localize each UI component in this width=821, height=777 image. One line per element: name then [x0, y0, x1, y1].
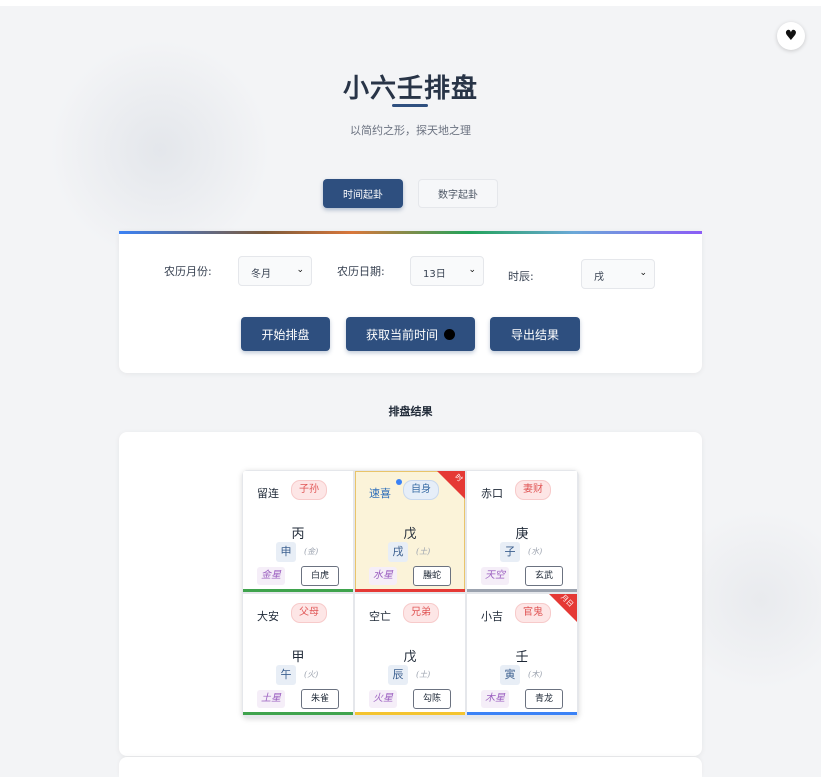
- hour-select-value: 戌: [594, 272, 604, 283]
- top-strip: [0, 0, 821, 6]
- palace-cell-suxi[interactable]: 速喜 自身 时 戊 戌 (土) 水星 螣蛇: [355, 471, 465, 592]
- month-select-value: 冬月: [251, 269, 271, 280]
- element: (土): [416, 547, 431, 556]
- spirit-label: 白虎: [301, 566, 339, 586]
- element: (木): [528, 670, 543, 679]
- palace-name: 留连: [257, 487, 279, 500]
- palace-cell-daan[interactable]: 大安 父母 甲 午 (火) 土星 朱雀: [243, 594, 353, 715]
- get-current-time-label: 获取当前时间: [365, 327, 438, 342]
- earthly-branch: 寅: [500, 665, 520, 685]
- current-dot-icon: [396, 479, 402, 485]
- star-label: 金星: [257, 567, 285, 585]
- heavenly-stem: 戊: [403, 650, 417, 665]
- rainbow-border: [119, 231, 702, 234]
- divination-grid: 留连 子孙 丙 申 (金) 金星 白虎 速喜 自身 时 戊 戌 (土) 水星 螣…: [242, 470, 579, 718]
- export-results-button[interactable]: 导出结果: [490, 317, 580, 351]
- palace-cell-kongwang[interactable]: 空亡 兄弟 戊 辰 (土) 火星 勾陈: [355, 594, 465, 715]
- palace-cell-liulian[interactable]: 留连 子孙 丙 申 (金) 金星 白虎: [243, 471, 353, 592]
- earthly-branch: 午: [276, 665, 296, 685]
- earthly-branch: 辰: [388, 665, 408, 685]
- palace-cell-chikou[interactable]: 赤口 妻财 庚 子 (水) 天空 玄武: [467, 471, 577, 592]
- month-select[interactable]: 冬月 ⌄: [238, 256, 312, 286]
- spirit-label: 螣蛇: [413, 566, 451, 586]
- palace-name: 速喜: [369, 487, 391, 500]
- cell-stripe: [243, 589, 353, 592]
- earthly-branch: 子: [500, 542, 520, 562]
- tab-time-divination[interactable]: 时间起卦: [323, 179, 403, 208]
- title-underline: [392, 104, 428, 107]
- element: (水): [528, 547, 543, 556]
- palace-name: 赤口: [481, 487, 503, 500]
- heavenly-stem: 丙: [291, 527, 305, 542]
- heart-icon[interactable]: ♥: [777, 22, 805, 50]
- results-section-title: 排盘结果: [388, 405, 433, 418]
- chevron-down-icon: ⌄: [468, 265, 476, 275]
- day-label: 农历日期:: [337, 265, 385, 278]
- star-label: 土星: [257, 690, 285, 708]
- star-label: 木星: [481, 690, 509, 708]
- day-select-value: 13日: [423, 269, 446, 280]
- dot-icon: [444, 328, 455, 340]
- input-form-card: 农历月份: 冬月 ⌄ 农历日期: 13日 ⌄ 时辰: 戌 ⌄: [119, 231, 702, 373]
- relation-badge: 兄弟: [403, 603, 439, 623]
- palace-cell-xiaoji[interactable]: 小吉 官鬼 月日 壬 寅 (木) 木星 青龙: [467, 594, 577, 715]
- relation-badge: 父母: [291, 603, 327, 623]
- relation-badge: 子孙: [291, 480, 327, 500]
- heavenly-stem: 戊: [403, 527, 417, 542]
- cell-stripe: [355, 589, 465, 592]
- palace-name: 空亡: [369, 610, 391, 623]
- next-card: [119, 757, 702, 777]
- element: (土): [416, 670, 431, 679]
- hour-label: 时辰:: [508, 270, 534, 283]
- relation-badge: 自身: [403, 480, 439, 500]
- month-label: 农历月份:: [164, 265, 212, 278]
- cell-stripe: [467, 589, 577, 592]
- star-label: 天空: [481, 567, 509, 585]
- cell-stripe: [355, 712, 465, 715]
- palace-name: 大安: [257, 610, 279, 623]
- spirit-label: 朱雀: [301, 689, 339, 709]
- heavenly-stem: 庚: [515, 527, 529, 542]
- cell-stripe: [467, 712, 577, 715]
- heavenly-stem: 甲: [291, 650, 305, 665]
- palace-name: 小吉: [481, 610, 503, 623]
- get-current-time-button[interactable]: 获取当前时间: [346, 317, 475, 351]
- earthly-branch: 申: [276, 542, 296, 562]
- relation-badge: 官鬼: [515, 603, 551, 623]
- spirit-label: 青龙: [525, 689, 563, 709]
- star-label: 火星: [369, 690, 397, 708]
- relation-badge: 妻财: [515, 480, 551, 500]
- element: (火): [304, 670, 319, 679]
- spirit-label: 勾陈: [413, 689, 451, 709]
- star-label: 水星: [369, 567, 397, 585]
- page-title: 小六壬排盘: [342, 74, 478, 104]
- chevron-down-icon: ⌄: [296, 265, 304, 275]
- day-select[interactable]: 13日 ⌄: [410, 256, 484, 286]
- earthly-branch: 戌: [388, 542, 408, 562]
- element: (金): [304, 547, 319, 556]
- start-divination-button[interactable]: 开始排盘: [241, 317, 330, 351]
- tab-number-divination[interactable]: 数字起卦: [418, 179, 498, 208]
- hour-select[interactable]: 戌 ⌄: [581, 259, 655, 289]
- chevron-down-icon: ⌄: [639, 268, 647, 278]
- cell-stripe: [243, 712, 353, 715]
- spirit-label: 玄武: [525, 566, 563, 586]
- page-subtitle: 以简约之形，探天地之理: [350, 124, 471, 137]
- heavenly-stem: 壬: [515, 650, 529, 665]
